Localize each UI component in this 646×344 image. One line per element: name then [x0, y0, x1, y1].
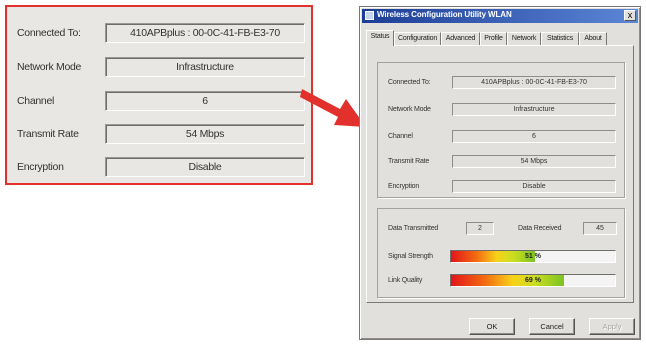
zoom-row-channel: Channel 6 [7, 91, 311, 113]
cancel-button[interactable]: Cancel [529, 318, 575, 335]
zoom-transmit-rate-label: Transmit Rate [17, 128, 79, 140]
signal-strength-bar: 51 % [450, 250, 616, 263]
link-quality-percent: 69 % [525, 277, 541, 284]
zoom-connected-to-value: 410APBplus : 00-0C-41-FB-E3-70 [105, 23, 305, 43]
tab-status[interactable]: Status [366, 30, 394, 46]
data-received-label: Data Received [518, 225, 562, 232]
status-tab-panel: Connected To: 410APBplus : 00-0C-41-FB-E… [366, 45, 634, 303]
tab-strip: Status Configuration Advanced Profile Ne… [366, 30, 634, 46]
zoom-row-network-mode: Network Mode Infrastructure [7, 57, 311, 79]
signal-strength-label: Signal Strength [388, 253, 433, 260]
data-received-value: 45 [583, 222, 617, 235]
channel-value: 6 [452, 130, 616, 143]
transmit-rate-value: 54 Mbps [452, 155, 616, 168]
zoom-network-mode-value: Infrastructure [105, 57, 305, 77]
encryption-value: Disable [452, 180, 616, 193]
tab-profile[interactable]: Profile [480, 32, 507, 45]
channel-label: Channel [388, 133, 413, 140]
zoom-connected-to-label: Connected To: [17, 27, 81, 39]
connection-info-group: Connected To: 410APBplus : 00-0C-41-FB-E… [377, 62, 625, 198]
link-quality-bar: 69 % [450, 274, 616, 287]
tab-statistics[interactable]: Statistics [541, 32, 579, 45]
zoom-channel-label: Channel [17, 95, 55, 107]
data-transmitted-label: Data Transmitted [388, 225, 439, 232]
tab-about[interactable]: About [579, 32, 607, 45]
config-utility-window: Wireless Configuration Utility WLAN x St… [359, 6, 641, 340]
zoom-encryption-label: Encryption [17, 161, 64, 173]
tab-network[interactable]: Network [507, 32, 541, 45]
ok-button[interactable]: OK [469, 318, 515, 335]
zoom-row-connected-to: Connected To: 410APBplus : 00-0C-41-FB-E… [7, 23, 311, 45]
encryption-label: Encryption [388, 183, 420, 190]
signal-stats-group: Data Transmitted 2 Data Received 45 Sign… [377, 208, 625, 298]
tab-configuration[interactable]: Configuration [394, 32, 441, 45]
connected-to-label: Connected To: [388, 79, 431, 86]
title-bar[interactable]: Wireless Configuration Utility WLAN x [362, 9, 638, 23]
tab-advanced[interactable]: Advanced [441, 32, 480, 45]
close-button[interactable]: x [624, 10, 636, 21]
signal-strength-percent: 51 % [525, 253, 541, 260]
zoom-row-transmit-rate: Transmit Rate 54 Mbps [7, 124, 311, 146]
link-quality-label: Link Quality [388, 277, 423, 284]
zoom-row-encryption: Encryption Disable [7, 157, 311, 179]
transmit-rate-label: Transmit Rate [388, 158, 430, 165]
network-mode-value: Infrastructure [452, 103, 616, 116]
zoom-network-mode-label: Network Mode [17, 61, 82, 73]
zoom-channel-value: 6 [105, 91, 305, 111]
window-title: Wireless Configuration Utility WLAN [377, 10, 512, 19]
app-icon [365, 11, 374, 20]
zoom-encryption-value: Disable [105, 157, 305, 177]
connected-to-value: 410APBplus : 00-0C-41-FB-E3-70 [452, 76, 616, 89]
apply-button[interactable]: Apply [589, 318, 635, 335]
data-transmitted-value: 2 [466, 222, 494, 235]
zoom-transmit-rate-value: 54 Mbps [105, 124, 305, 144]
network-mode-label: Network Mode [388, 106, 431, 113]
zoom-callout-panel: Connected To: 410APBplus : 00-0C-41-FB-E… [5, 5, 313, 185]
